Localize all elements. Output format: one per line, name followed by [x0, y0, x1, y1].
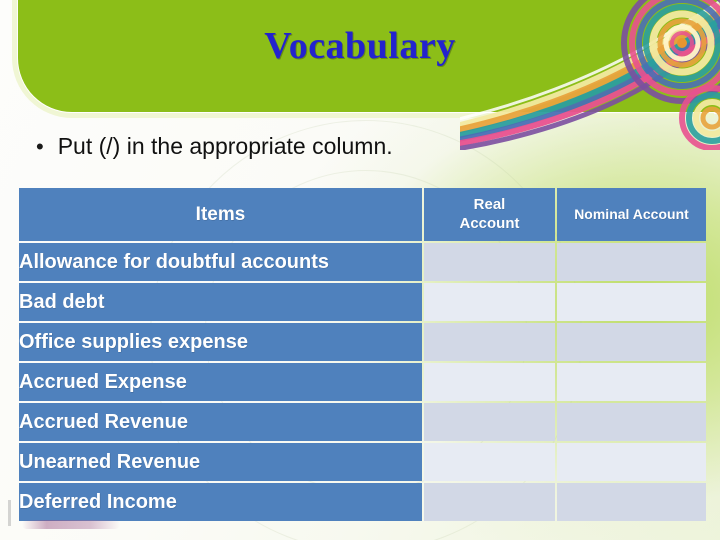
nominal-account-cell[interactable]	[557, 323, 706, 361]
column-header-real-account: Real Account	[424, 188, 555, 241]
nominal-account-cell[interactable]	[557, 483, 706, 521]
slide-canvas: Vocabulary • Put (/) in the appropriate …	[0, 0, 720, 540]
instruction-bullet: • Put (/) in the appropriate column.	[36, 133, 393, 160]
nominal-account-cell[interactable]	[557, 443, 706, 481]
table-row: Accrued Revenue	[19, 403, 706, 441]
table-header: Items Real Account Nominal Account	[19, 188, 706, 241]
real-account-cell[interactable]	[424, 483, 555, 521]
nominal-account-cell[interactable]	[557, 283, 706, 321]
title-banner: Vocabulary	[0, 0, 720, 150]
column-header-items: Items	[19, 188, 422, 241]
table-row: Office supplies expense	[19, 323, 706, 361]
item-label: Accrued Revenue	[19, 403, 422, 441]
table-row: Accrued Expense	[19, 363, 706, 401]
table-body: Allowance for doubtful accounts Bad debt…	[19, 243, 706, 521]
item-label: Accrued Expense	[19, 363, 422, 401]
nominal-account-cell[interactable]	[557, 243, 706, 281]
real-account-cell[interactable]	[424, 363, 555, 401]
real-account-cell[interactable]	[424, 403, 555, 441]
item-label: Deferred Income	[19, 483, 422, 521]
item-label: Office supplies expense	[19, 323, 422, 361]
nominal-account-cell[interactable]	[557, 403, 706, 441]
column-header-real-line1: Real	[473, 195, 506, 213]
real-account-cell[interactable]	[424, 283, 555, 321]
left-edge-marker	[8, 500, 11, 526]
item-label: Unearned Revenue	[19, 443, 422, 481]
item-label: Bad debt	[19, 283, 422, 321]
classification-table: Items Real Account Nominal Account Allow…	[17, 186, 708, 523]
table-row: Allowance for doubtful accounts	[19, 243, 706, 281]
nominal-account-cell[interactable]	[557, 363, 706, 401]
instruction-text: Put (/) in the appropriate column.	[57, 133, 393, 159]
page-title: Vocabulary	[264, 25, 456, 67]
table-row: Bad debt	[19, 283, 706, 321]
column-header-nominal-account: Nominal Account	[557, 188, 706, 241]
real-account-cell[interactable]	[424, 443, 555, 481]
bullet-point-icon: •	[36, 134, 44, 159]
real-account-cell[interactable]	[424, 243, 555, 281]
table-row: Deferred Income	[19, 483, 706, 521]
table-header-row: Items Real Account Nominal Account	[19, 188, 706, 241]
real-account-cell[interactable]	[424, 323, 555, 361]
column-header-real-line2: Account	[459, 214, 520, 232]
item-label: Allowance for doubtful accounts	[19, 243, 422, 281]
table-row: Unearned Revenue	[19, 443, 706, 481]
